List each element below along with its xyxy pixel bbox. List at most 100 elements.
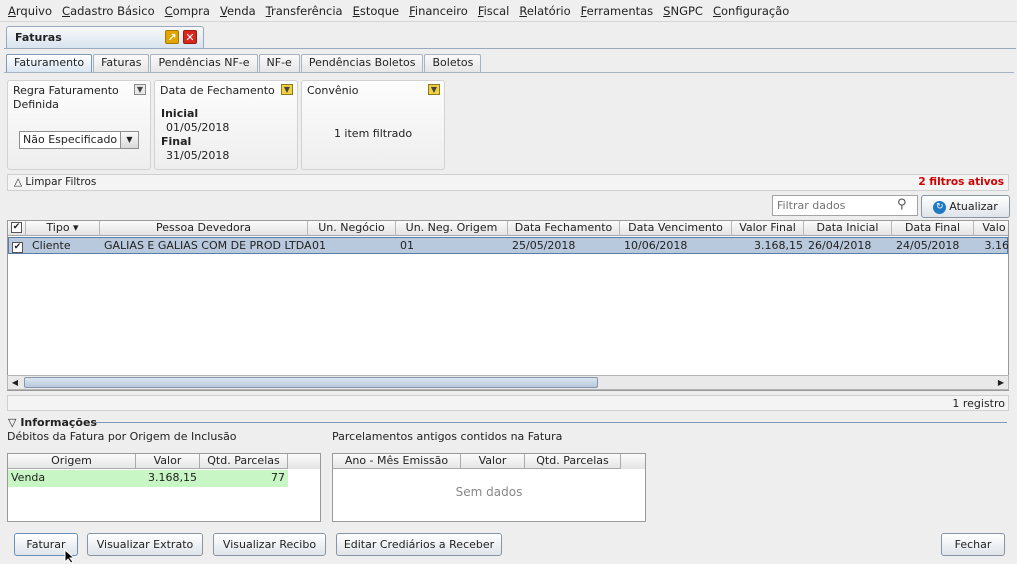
menu-compra[interactable]: Compra xyxy=(160,4,215,18)
subtab-bar: Faturamento Faturas Pendências NF-e NF-e… xyxy=(6,54,482,72)
col-header-valor[interactable]: Valo xyxy=(974,221,1008,236)
active-filters-count: 2 filtros ativos xyxy=(918,176,1004,188)
final-value: 31/05/2018 xyxy=(166,149,230,162)
clear-filters-bar: △ Limpar Filtros 2 filtros ativos xyxy=(7,174,1009,191)
table-row[interactable]: ✔ Cliente GALIAS E GALIAS COM DE PROD LT… xyxy=(8,237,1008,254)
regra-select[interactable]: Não Especificado ▼ xyxy=(19,131,139,149)
cell-valor: 3.16 xyxy=(984,239,1009,252)
filter-card-convenio[interactable]: Convênio ▼ 1 item filtrado xyxy=(301,80,445,170)
col-header-tipo[interactable]: Tipo ▾ xyxy=(26,221,100,236)
record-count: 1 registro xyxy=(952,397,1005,410)
window-tab-faturas[interactable]: Faturas ↗ ✕ xyxy=(6,26,204,48)
header-select-all[interactable]: ✔ xyxy=(8,221,26,236)
filter-icon[interactable]: ▼ xyxy=(134,84,146,95)
horizontal-scrollbar[interactable]: ◀ ▶ xyxy=(7,375,1009,390)
col-header-data-inicial[interactable]: Data Inicial xyxy=(804,221,892,236)
col-header-data-vencimento[interactable]: Data Vencimento xyxy=(620,221,732,236)
debitos-table: Origem Valor Qtd. Parcelas Venda 3.168,1… xyxy=(7,453,321,522)
visualizar-recibo-button[interactable]: Visualizar Recibo xyxy=(213,533,326,556)
menu-cadastro-basico[interactable]: Cadastro Básico xyxy=(57,4,160,18)
scroll-left-icon[interactable]: ◀ xyxy=(8,376,22,389)
menu-ferramentas[interactable]: Ferramentas xyxy=(576,4,659,18)
detach-icon[interactable]: ↗ xyxy=(165,30,179,44)
inicial-label: Inicial xyxy=(161,107,199,120)
col-header-qtd-parcelas[interactable]: Qtd. Parcelas xyxy=(200,454,288,469)
visualizar-extrato-button[interactable]: Visualizar Extrato xyxy=(87,533,203,556)
table-row[interactable]: Venda 3.168,15 77 xyxy=(8,470,288,487)
info-divider xyxy=(95,422,1007,423)
cell-pessoa: GALIAS E GALIAS COM DE PROD LTDA xyxy=(104,239,312,252)
chevron-up-icon: △ xyxy=(14,176,23,188)
col-header-qtd-parcelas[interactable]: Qtd. Parcelas xyxy=(525,454,621,469)
col-header-origem[interactable]: Origem xyxy=(8,454,136,469)
tab-nfe[interactable]: NF-e xyxy=(258,54,300,72)
row-checkbox[interactable]: ✔ xyxy=(12,239,23,254)
tab-faturamento[interactable]: Faturamento xyxy=(6,54,93,72)
menu-arquivo[interactable]: Arquivo xyxy=(3,4,57,18)
subtab-divider xyxy=(4,72,1014,73)
cell-data-inicial: 26/04/2018 xyxy=(808,239,872,252)
col-header-ano-mes[interactable]: Ano - Mês Emissão xyxy=(333,454,461,469)
col-header-valor[interactable]: Valor xyxy=(136,454,200,469)
scroll-right-icon[interactable]: ▶ xyxy=(994,376,1008,389)
faturas-grid: ✔ Tipo ▾ Pessoa Devedora Un. Negócio Un.… xyxy=(7,220,1009,391)
menu-estoque[interactable]: Estoque xyxy=(348,4,404,18)
clear-filters-button[interactable]: △ Limpar Filtros xyxy=(14,176,96,188)
filter-active-icon[interactable]: ▼ xyxy=(281,84,293,95)
cell-valor-final: 3.168,15 xyxy=(754,239,803,252)
grid-header: ✔ Tipo ▾ Pessoa Devedora Un. Negócio Un.… xyxy=(8,221,1008,236)
filter-card-regra[interactable]: Regra Faturamento Definida ▼ Não Especif… xyxy=(7,80,151,170)
filter-active-icon[interactable]: ▼ xyxy=(428,84,440,95)
parcelamentos-table: Ano - Mês Emissão Valor Qtd. Parcelas Se… xyxy=(332,453,646,522)
inicial-value: 01/05/2018 xyxy=(166,121,230,134)
filter-card-data-fechamento[interactable]: Data de Fechamento ▼ Inicial 01/05/2018 … xyxy=(154,80,298,170)
col-header-valor-final[interactable]: Valor Final xyxy=(732,221,804,236)
tab-boletos[interactable]: Boletos xyxy=(424,54,482,72)
tab-pendencias-nfe[interactable]: Pendências NF-e xyxy=(150,54,258,72)
chevron-down-icon: ▽ xyxy=(8,416,17,429)
checkbox-icon: ✔ xyxy=(11,222,22,233)
window-tab-title: Faturas xyxy=(15,31,62,44)
col-header-valor[interactable]: Valor xyxy=(461,454,525,469)
parcelamentos-header: Ano - Mês Emissão Valor Qtd. Parcelas xyxy=(333,454,645,469)
regra-select-value: Não Especificado xyxy=(23,133,118,146)
menu-transferencia[interactable]: Transferência xyxy=(261,4,348,18)
scroll-thumb[interactable] xyxy=(24,377,598,388)
search-icon[interactable]: ⚲ xyxy=(897,197,915,214)
col-header-data-fechamento[interactable]: Data Fechamento xyxy=(508,221,620,236)
final-label: Final xyxy=(161,135,192,148)
filter-data-label: Data de Fechamento xyxy=(160,84,275,97)
convenio-value: 1 item filtrado xyxy=(333,127,413,140)
cell-tipo: Cliente xyxy=(32,239,71,252)
info-section-toggle[interactable]: ▽ Informações xyxy=(8,416,97,429)
close-icon[interactable]: ✕ xyxy=(183,30,197,44)
menu-relatorio[interactable]: Relatório xyxy=(514,4,575,18)
debitos-header: Origem Valor Qtd. Parcelas xyxy=(8,454,320,469)
col-header-pessoa[interactable]: Pessoa Devedora xyxy=(100,221,308,236)
menu-sngpc[interactable]: SNGPC xyxy=(658,4,708,18)
cell-data-final: 24/05/2018 xyxy=(896,239,960,252)
cell-qtd: 77 xyxy=(271,471,285,484)
left-section-title: Débitos da Fatura por Origem de Inclusão xyxy=(7,430,237,443)
col-header-un-negocio[interactable]: Un. Negócio xyxy=(308,221,396,236)
menu-fiscal[interactable]: Fiscal xyxy=(473,4,515,18)
tab-pendencias-boletos[interactable]: Pendências Boletos xyxy=(300,54,424,72)
chevron-down-icon[interactable]: ▼ xyxy=(120,132,138,148)
cell-data-fechamento: 25/05/2018 xyxy=(512,239,576,252)
editar-crediarios-button[interactable]: Editar Crediários a Receber xyxy=(336,533,502,556)
mouse-cursor-icon xyxy=(64,549,76,564)
col-header-data-final[interactable]: Data Final xyxy=(892,221,974,236)
menu-venda[interactable]: Venda xyxy=(215,4,261,18)
cell-valor: 3.168,15 xyxy=(148,471,197,484)
menu-financeiro[interactable]: Financeiro xyxy=(404,4,473,18)
col-header-un-origem[interactable]: Un. Neg. Origem xyxy=(396,221,508,236)
cell-un-origem: 01 xyxy=(400,239,414,252)
refresh-button[interactable]: ↻ Atualizar xyxy=(921,195,1010,218)
menu-configuracao[interactable]: Configuração xyxy=(708,4,794,18)
fechar-button[interactable]: Fechar xyxy=(941,533,1005,556)
checkbox-icon: ✔ xyxy=(12,242,23,253)
refresh-label: Atualizar xyxy=(949,200,998,213)
tab-faturas[interactable]: Faturas xyxy=(93,54,150,72)
empty-state: Sem dados xyxy=(455,485,523,499)
refresh-icon: ↻ xyxy=(933,200,947,214)
